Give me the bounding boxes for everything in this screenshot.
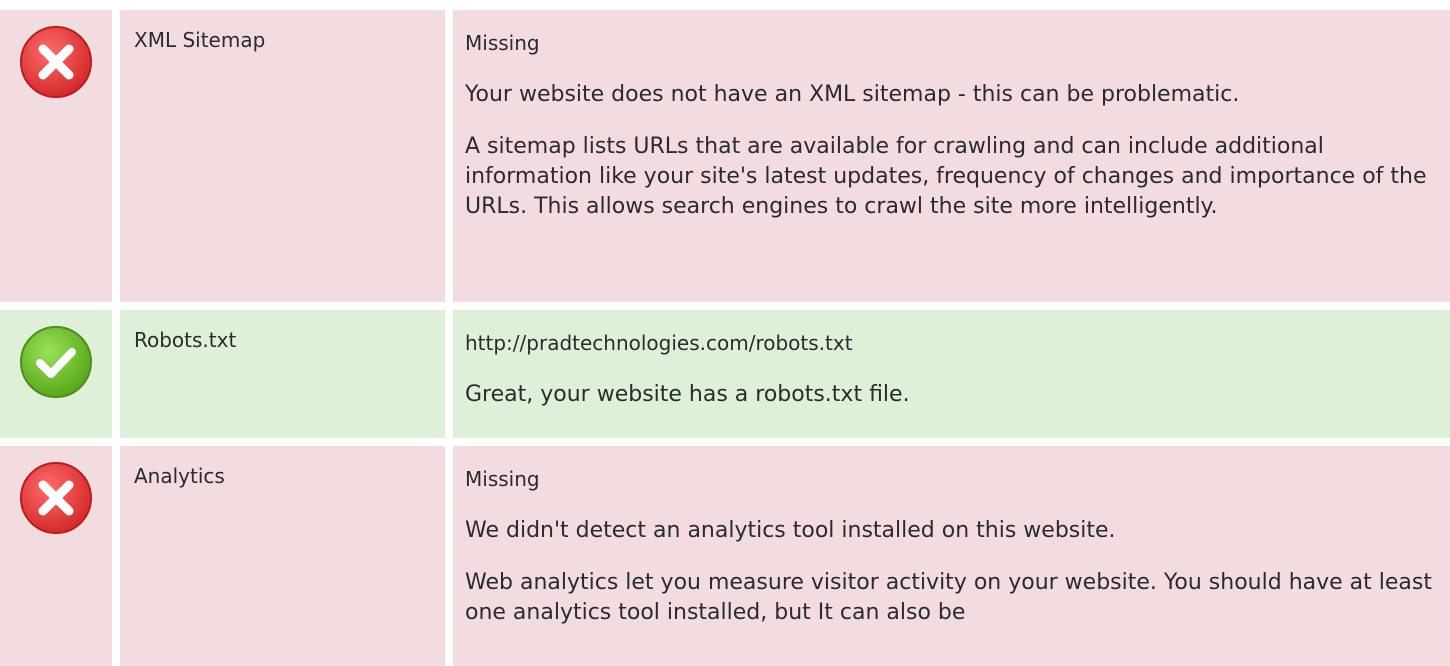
check-details: http://pradtechnologies.com/robots.txt G… xyxy=(453,310,1450,438)
status-cell xyxy=(0,446,112,666)
check-row-robots-txt: Robots.txt http://pradtechnologies.com/r… xyxy=(0,310,1450,438)
check-value: Missing xyxy=(465,467,540,491)
check-label: Robots.txt xyxy=(120,310,445,438)
check-paragraph: A sitemap lists URLs that are available … xyxy=(465,134,1427,219)
error-icon xyxy=(20,462,92,534)
check-value: Missing xyxy=(465,31,540,55)
success-icon xyxy=(20,326,92,398)
check-paragraph: Your website does not have an XML sitema… xyxy=(465,82,1240,107)
error-icon xyxy=(20,26,92,98)
check-row-analytics: Analytics Missing We didn't detect an an… xyxy=(0,446,1450,666)
check-value: http://pradtechnologies.com/robots.txt xyxy=(465,331,853,355)
status-cell xyxy=(0,10,112,302)
check-label: Analytics xyxy=(120,446,445,666)
check-paragraph: Web analytics let you measure visitor ac… xyxy=(465,570,1432,625)
check-paragraph: Great, your website has a robots.txt fil… xyxy=(465,382,910,407)
check-details: Missing Your website does not have an XM… xyxy=(453,10,1450,302)
check-details: Missing We didn't detect an analytics to… xyxy=(453,446,1450,666)
seo-checks-table: XML Sitemap Missing Your website does no… xyxy=(0,0,1450,666)
check-label: XML Sitemap xyxy=(120,10,445,302)
check-row-xml-sitemap: XML Sitemap Missing Your website does no… xyxy=(0,10,1450,302)
check-paragraph: We didn't detect an analytics tool insta… xyxy=(465,518,1116,543)
status-cell xyxy=(0,310,112,438)
